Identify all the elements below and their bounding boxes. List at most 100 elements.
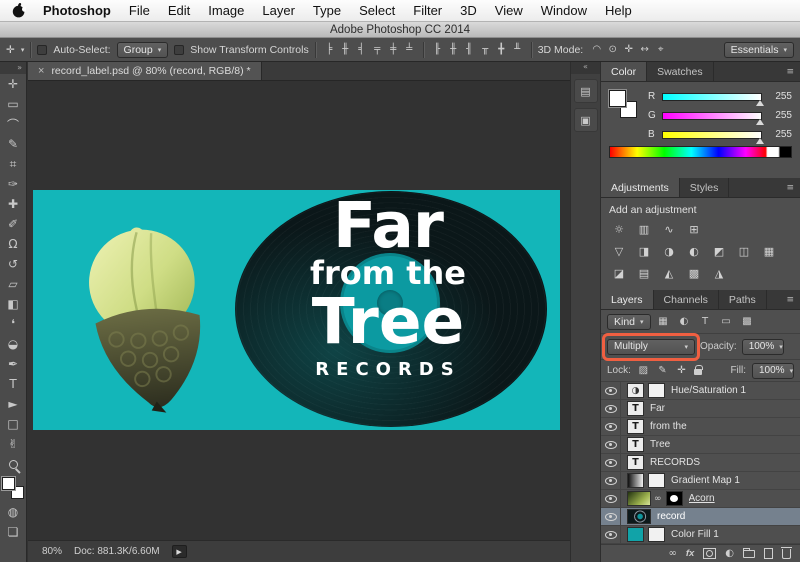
- layer-row-color-fill[interactable]: Color Fill 1: [601, 526, 800, 544]
- blur-tool[interactable]: ❛: [0, 314, 27, 334]
- quick-selection-tool[interactable]: ✎: [0, 134, 27, 154]
- layer-visibility-toggle[interactable]: [601, 454, 621, 471]
- layer-name[interactable]: Hue/Saturation 1: [671, 385, 746, 396]
- menu-type[interactable]: Type: [304, 0, 350, 22]
- type-layer-icon[interactable]: T: [627, 419, 644, 434]
- slider-knob[interactable]: [756, 118, 764, 125]
- lock-position-icon[interactable]: ✛: [675, 365, 688, 376]
- blue-slider-track[interactable]: [662, 130, 764, 144]
- menu-image[interactable]: Image: [199, 0, 253, 22]
- menu-window[interactable]: Window: [532, 0, 596, 22]
- 3d-slide-icon[interactable]: ↔: [637, 44, 652, 55]
- layer-row-records[interactable]: T RECORDS: [601, 454, 800, 472]
- workspace-select[interactable]: Essentials ▾: [723, 41, 794, 58]
- slider-knob[interactable]: [756, 99, 764, 106]
- type-layer-icon[interactable]: T: [627, 455, 644, 470]
- rectangle-tool[interactable]: □: [0, 414, 27, 434]
- menu-help[interactable]: Help: [596, 0, 641, 22]
- blend-mode-select[interactable]: Multiply ▾: [607, 338, 695, 355]
- eyedropper-tool[interactable]: ✑: [0, 174, 27, 194]
- layer-name[interactable]: Color Fill 1: [671, 529, 719, 540]
- color-swatches-control[interactable]: [2, 477, 24, 499]
- history-brush-tool[interactable]: ↺: [0, 254, 27, 274]
- panel-menu-icon[interactable]: ≡: [786, 295, 794, 305]
- new-group-icon[interactable]: [743, 547, 755, 558]
- menu-layer[interactable]: Layer: [253, 0, 304, 22]
- zoom-tool[interactable]: [0, 454, 27, 474]
- new-layer-icon[interactable]: [764, 548, 773, 559]
- layer-visibility-toggle[interactable]: [601, 526, 621, 543]
- hand-tool[interactable]: ✌: [0, 434, 27, 454]
- layer-row-gradient-map[interactable]: Gradient Map 1: [601, 472, 800, 490]
- document-tab[interactable]: × record_label.psd @ 80% (record, RGB/8)…: [28, 62, 262, 80]
- opacity-field[interactable]: 100% ▾: [741, 338, 784, 355]
- layer-name[interactable]: Gradient Map 1: [671, 475, 740, 486]
- color-balance-icon[interactable]: ◑: [657, 241, 681, 261]
- close-icon[interactable]: ×: [38, 65, 44, 77]
- menu-file[interactable]: File: [120, 0, 159, 22]
- channel-mixer-icon[interactable]: ◫: [732, 241, 756, 261]
- blue-value[interactable]: 255: [768, 129, 792, 140]
- posterize-icon[interactable]: ▤: [632, 263, 656, 283]
- layer-visibility-toggle[interactable]: [601, 382, 621, 399]
- color-lookup-icon[interactable]: ▦: [757, 241, 781, 261]
- layer-name[interactable]: record: [657, 511, 685, 522]
- gradient-map-icon[interactable]: ▩: [682, 263, 706, 283]
- apple-menu-icon[interactable]: [12, 3, 26, 18]
- filter-adjustment-layers-icon[interactable]: ◐: [676, 316, 693, 327]
- move-tool[interactable]: ✛: [0, 74, 27, 94]
- menu-3d[interactable]: 3D: [451, 0, 486, 22]
- distribute-top-icon[interactable]: ╥: [478, 44, 493, 55]
- red-slider-track[interactable]: [662, 92, 764, 106]
- 3d-pan-icon[interactable]: ✛: [621, 44, 636, 55]
- layer-mask-thumbnail[interactable]: [648, 527, 665, 542]
- align-top-icon[interactable]: ╤: [370, 44, 385, 55]
- layer-visibility-toggle[interactable]: [601, 508, 621, 525]
- lock-transparent-pixels-icon[interactable]: ▨: [637, 365, 650, 376]
- distribute-center-h-icon[interactable]: ╫: [446, 44, 461, 55]
- new-adjustment-layer-icon[interactable]: ◐: [725, 548, 734, 559]
- curves-icon[interactable]: ∿: [657, 219, 681, 239]
- fill-field[interactable]: 100% ▾: [752, 362, 794, 379]
- auto-select-checkbox[interactable]: [37, 44, 48, 55]
- history-panel-icon[interactable]: ▤: [573, 79, 598, 103]
- quick-mask-tool[interactable]: ◍: [0, 502, 27, 522]
- gradient-map-layer-icon[interactable]: [627, 473, 644, 488]
- auto-select-group-select[interactable]: Group ▾: [116, 41, 169, 58]
- layer-name[interactable]: Tree: [650, 439, 670, 450]
- adjustment-layer-icon[interactable]: ◑: [627, 383, 644, 398]
- type-tool[interactable]: T: [0, 374, 27, 394]
- menu-view[interactable]: View: [486, 0, 532, 22]
- layer-visibility-toggle[interactable]: [601, 400, 621, 417]
- align-left-icon[interactable]: ╞: [322, 44, 337, 55]
- canvas-artwork[interactable]: Far from the Tree RECORDS: [33, 190, 560, 430]
- layer-row-far[interactable]: T Far: [601, 400, 800, 418]
- layer-visibility-toggle[interactable]: [601, 472, 621, 489]
- layer-thumbnail[interactable]: [627, 491, 651, 506]
- layer-visibility-toggle[interactable]: [601, 490, 621, 507]
- vibrance-icon[interactable]: ▽: [607, 241, 631, 261]
- layer-mask-thumbnail[interactable]: [648, 473, 665, 488]
- clone-stamp-tool[interactable]: Ω: [0, 234, 27, 254]
- menu-filter[interactable]: Filter: [404, 0, 451, 22]
- layer-row-record-selected[interactable]: record: [601, 508, 800, 526]
- layer-mask-thumbnail[interactable]: [665, 491, 683, 506]
- color-panel-swatches[interactable]: [609, 90, 639, 120]
- lasso-tool[interactable]: ⌒: [0, 114, 27, 134]
- tab-paths[interactable]: Paths: [719, 290, 767, 309]
- foreground-color-swatch[interactable]: [609, 90, 626, 107]
- filter-pixel-layers-icon[interactable]: ▦: [655, 316, 672, 327]
- layer-filter-kind-select[interactable]: Kind ▾: [607, 313, 651, 330]
- layer-name[interactable]: from the: [650, 421, 687, 432]
- layer-row-acorn[interactable]: ∞ Acorn: [601, 490, 800, 508]
- tab-styles[interactable]: Styles: [680, 178, 730, 197]
- tab-color[interactable]: Color: [601, 62, 648, 81]
- panel-menu-icon[interactable]: ≡: [786, 183, 794, 193]
- tab-swatches[interactable]: Swatches: [647, 62, 714, 81]
- align-center-h-icon[interactable]: ╫: [338, 44, 353, 55]
- color-spectrum-ramp[interactable]: [609, 146, 792, 158]
- layer-effects-icon[interactable]: fx: [686, 548, 694, 559]
- type-layer-icon[interactable]: T: [627, 401, 644, 416]
- screen-mode-tool[interactable]: ❏: [0, 522, 27, 542]
- menu-select[interactable]: Select: [350, 0, 404, 22]
